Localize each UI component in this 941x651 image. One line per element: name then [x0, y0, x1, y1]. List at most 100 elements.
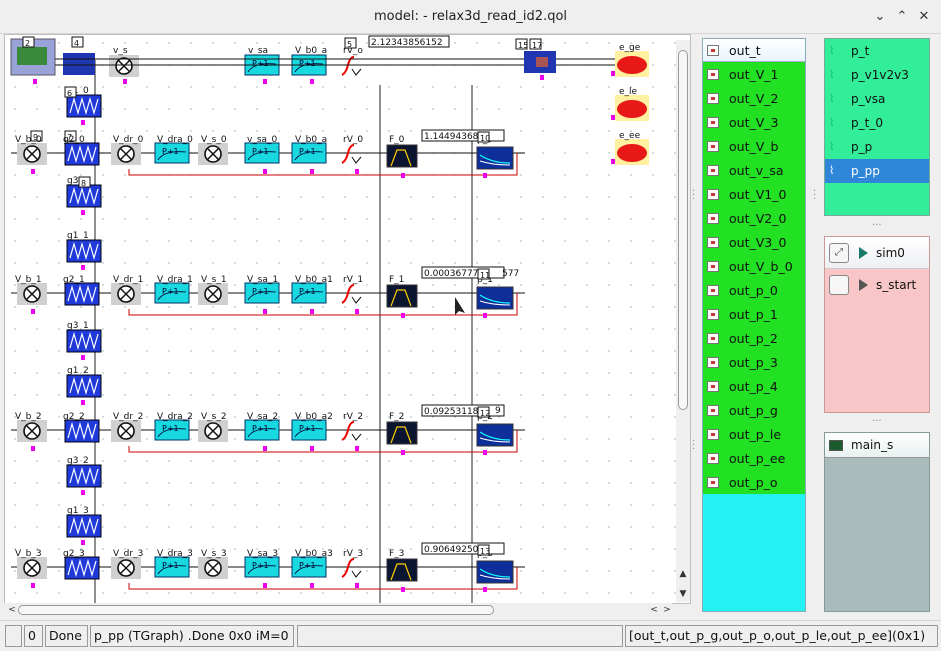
- output-item[interactable]: out_p_1: [703, 302, 805, 326]
- parameter-item[interactable]: ⌇ p_p: [825, 135, 929, 159]
- port-marker: [31, 169, 35, 174]
- table-block: [63, 53, 95, 75]
- block-label: V_b0_a3: [295, 549, 333, 559]
- scroll-right-arrow-icon[interactable]: <: [648, 604, 660, 616]
- output-item-label: out_p_le: [729, 426, 782, 442]
- output-icon: [707, 308, 719, 320]
- output-item[interactable]: out_V1_0: [703, 182, 805, 206]
- block-label: V_b0_a1: [295, 275, 333, 285]
- output-item[interactable]: out_V_1: [703, 62, 805, 86]
- splitter-handle-icon[interactable]: ···: [692, 437, 695, 455]
- output-icon: [707, 44, 719, 56]
- plot-p-block: [476, 560, 514, 584]
- port-marker: [401, 450, 405, 455]
- port-marker: [483, 173, 487, 178]
- output-plot-icon: [617, 100, 647, 118]
- output-icon: [707, 332, 719, 344]
- output-item[interactable]: out_V_b_0: [703, 254, 805, 278]
- scroll-up-arrow-icon[interactable]: ▲: [677, 568, 689, 580]
- status-info: p_pp (TGraph) .Done 0x0 iM=0: [90, 625, 294, 647]
- output-icon: [707, 140, 719, 152]
- output-item-label: out_V_2: [729, 90, 779, 106]
- port-marker: [540, 75, 544, 80]
- vertical-scroll-thumb[interactable]: [678, 50, 688, 410]
- block-icon: [17, 47, 47, 65]
- parameter-curve-icon: ⌇: [829, 140, 835, 153]
- integrator-icon: [341, 421, 355, 441]
- parameter-item[interactable]: ⌇ p_t_0: [825, 111, 929, 135]
- output-item[interactable]: out_p_ee: [703, 446, 805, 470]
- port-marker: [355, 446, 359, 451]
- output-item[interactable]: out_p_0: [703, 278, 805, 302]
- main-header[interactable]: main_s: [825, 433, 929, 458]
- number-box-label: 6: [67, 89, 72, 98]
- number-box-label: 8: [81, 179, 86, 188]
- integrator-icon: [341, 558, 355, 578]
- schematic-drawing[interactable]: 2 4v_sP+1v_saP+1V_b0_a rV_o5 2.12343856152 1…: [5, 35, 691, 604]
- maximize-button[interactable]: ⌃: [892, 7, 912, 27]
- parameter-item-label: p_v1v2v3: [851, 68, 909, 82]
- output-item[interactable]: out_V_2: [703, 86, 805, 110]
- graph-window-icon: [829, 439, 843, 451]
- plot-p-block: [476, 146, 514, 170]
- horizontal-scroll-thumb[interactable]: [18, 605, 494, 615]
- outputs-header[interactable]: out_t: [703, 39, 805, 62]
- block-label: V_dra_2: [157, 412, 193, 422]
- output-item[interactable]: out_v_sa: [703, 158, 805, 182]
- block-label: e_ee: [619, 131, 641, 141]
- scroll-left-arrow-icon[interactable]: <: [6, 604, 18, 616]
- parameter-item[interactable]: ⌇ p_vsa: [825, 87, 929, 111]
- block-label: g1_2: [67, 366, 89, 376]
- output-item[interactable]: out_V_3: [703, 110, 805, 134]
- splitter-handle-icon[interactable]: ···: [872, 221, 882, 231]
- output-item[interactable]: out_p_2: [703, 326, 805, 350]
- output-item-label: out_V_b: [729, 138, 779, 154]
- scroll-right-end-arrow-icon[interactable]: >: [661, 604, 673, 616]
- parameter-item[interactable]: ⌇ p_v1v2v3: [825, 63, 929, 87]
- sim-item-label: sim0: [876, 245, 905, 260]
- output-item[interactable]: out_p_g: [703, 398, 805, 422]
- vertical-scrollbar[interactable]: [676, 40, 690, 602]
- scroll-down-arrow-icon[interactable]: ▼: [677, 588, 689, 600]
- sim-checkbox[interactable]: [829, 275, 849, 295]
- horizontal-scrollbar[interactable]: [4, 603, 672, 617]
- play-icon[interactable]: [859, 279, 868, 291]
- schematic-canvas[interactable]: 2 4 v_s P+1 v_sa P+1 V_b0_a rV_o 5 2.12343856152 1…: [4, 34, 691, 604]
- output-item[interactable]: out_p_4: [703, 374, 805, 398]
- output-item-label: out_p_o: [729, 474, 778, 490]
- port-marker: [31, 309, 35, 314]
- sim-item-sim0[interactable]: ⤢ sim0: [825, 237, 929, 269]
- block-label: v_sa_0: [247, 135, 278, 145]
- sim-status-icon[interactable]: ⤢: [829, 242, 849, 263]
- block-label: g1_3: [67, 506, 89, 516]
- minimize-button[interactable]: ⌄: [870, 7, 890, 27]
- close-button[interactable]: ✕: [914, 7, 934, 27]
- output-item[interactable]: out_p_3: [703, 350, 805, 374]
- splitter-handle-icon[interactable]: ···: [872, 417, 882, 427]
- block-label: g3_1: [67, 321, 89, 331]
- output-item[interactable]: out_V3_0: [703, 230, 805, 254]
- block-label: V_b_0: [15, 135, 42, 145]
- sim-item-s-start[interactable]: s_start: [825, 269, 929, 301]
- splitter-handle-icon[interactable]: ···: [692, 187, 695, 205]
- status-blank: [5, 625, 22, 647]
- parameter-item-label: p_t: [851, 44, 870, 58]
- play-icon[interactable]: [859, 246, 868, 259]
- port-marker: [310, 79, 314, 84]
- parameter-item[interactable]: ⌇ p_t: [825, 39, 929, 63]
- value-display: 1.144943680: [424, 132, 484, 142]
- block-label: g2_2: [63, 412, 85, 422]
- port-marker: [401, 173, 405, 178]
- parameter-item[interactable]: ⌇ p_pp: [825, 159, 929, 183]
- grid-dots: [14, 42, 676, 594]
- output-item[interactable]: out_p_le: [703, 422, 805, 446]
- block-label: V_s_3: [201, 549, 227, 559]
- parameters-panel: ⌇ p_t ⌇ p_v1v2v3 ⌇ p_vsa ⌇ p_t_0 ⌇ p_p ⌇ p_pp: [824, 38, 930, 216]
- port-marker: [33, 79, 37, 84]
- splitter-handle-icon[interactable]: ···: [813, 187, 816, 205]
- output-item[interactable]: out_V_b: [703, 134, 805, 158]
- output-item[interactable]: out_p_o: [703, 470, 805, 494]
- port-marker: [263, 446, 267, 451]
- block-label: V_b_2: [15, 412, 42, 422]
- output-item[interactable]: out_V2_0: [703, 206, 805, 230]
